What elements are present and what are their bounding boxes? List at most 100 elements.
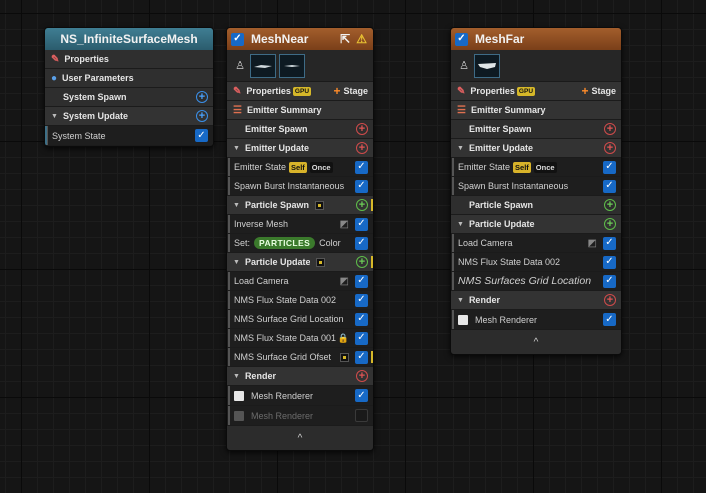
near-render-row[interactable]: ▼ Render + <box>227 367 373 386</box>
mesh-near-emitter-node[interactable]: ✓ MeshNear ⇱ ⚠ ♙ ✎ Properties GPU + Stag… <box>226 27 374 451</box>
system-properties-row[interactable]: ✎ Properties <box>45 50 213 69</box>
particles-namespace-pill: PARTICLES <box>254 237 316 249</box>
self-badge: Self <box>513 161 531 173</box>
add-particle-update-module-icon[interactable]: + <box>604 218 616 230</box>
add-particle-spawn-module-icon[interactable]: + <box>356 199 368 211</box>
thumbnail[interactable] <box>474 53 500 78</box>
emitter-state-checkbox[interactable]: ✓ <box>603 160 616 174</box>
far-collapse-footer[interactable]: ^ <box>451 330 621 354</box>
near-surface-grid-row[interactable]: NMS Surface Grid Location ✓ <box>227 310 373 329</box>
near-emitter-summary-row[interactable]: ☰ Emitter Summary <box>227 101 373 120</box>
near-grid-offset-row[interactable]: NMS Surface Grid Ofset ✓ <box>227 348 373 367</box>
far-render-row[interactable]: ▼ Render + <box>451 291 621 310</box>
add-stage-button[interactable]: + Stage <box>581 84 616 98</box>
surface-grid-checkbox[interactable]: ✓ <box>603 274 616 288</box>
far-emitter-update-row[interactable]: ▼ Emitter Update + <box>451 139 621 158</box>
system-state-checkbox[interactable]: ✓ <box>195 129 208 142</box>
add-emitter-spawn-module-icon[interactable]: + <box>356 123 368 135</box>
add-renderer-icon[interactable]: + <box>356 370 368 382</box>
near-spawn-burst-row[interactable]: Spawn Burst Instantaneous ✓ <box>227 177 373 196</box>
load-camera-checkbox[interactable]: ✓ <box>603 236 616 250</box>
spawn-burst-checkbox[interactable]: ✓ <box>355 179 368 193</box>
collapse-chevron-icon[interactable]: ^ <box>298 433 303 444</box>
far-emitter-summary-row[interactable]: ☰ Emitter Summary <box>451 101 621 120</box>
system-node[interactable]: NS_InfiniteSurfaceMesh ✎ Properties ● Us… <box>44 27 214 147</box>
add-system-spawn-module-icon[interactable]: + <box>196 91 208 103</box>
add-system-update-module-icon[interactable]: + <box>196 110 208 122</box>
flux-002-checkbox[interactable]: ✓ <box>603 255 616 269</box>
load-camera-checkbox[interactable]: ✓ <box>355 274 368 288</box>
flux-001-checkbox[interactable]: ✓ <box>355 331 368 345</box>
add-emitter-spawn-module-icon[interactable]: + <box>604 123 616 135</box>
far-emitter-state-row[interactable]: Emitter State Self Once ✓ <box>451 158 621 177</box>
warning-icon[interactable]: ⚠ <box>356 32 367 46</box>
collapse-arrow-icon[interactable]: ▼ <box>51 113 58 120</box>
far-flux-002-row[interactable]: NMS Flux State Data 002 ✓ <box>451 253 621 272</box>
near-emitter-state-row[interactable]: Emitter State Self Once ✓ <box>227 158 373 177</box>
mesh-renderer-checkbox[interactable]: ✓ <box>603 313 616 326</box>
collapse-chevron-icon[interactable]: ^ <box>534 337 539 348</box>
near-mesh-renderer-disabled-row[interactable]: Mesh Renderer ✓ <box>227 406 373 426</box>
emitter-state-checkbox[interactable]: ✓ <box>355 160 368 174</box>
collapse-arrow-icon[interactable]: ▼ <box>233 202 240 209</box>
add-emitter-update-module-icon[interactable]: + <box>604 142 616 154</box>
collapse-arrow-icon[interactable]: ▼ <box>457 297 464 304</box>
thumbnail[interactable] <box>279 53 305 78</box>
surface-grid-checkbox[interactable]: ✓ <box>355 312 368 326</box>
flux-002-checkbox[interactable]: ✓ <box>355 293 368 307</box>
mesh-renderer-checkbox[interactable]: ✓ <box>355 389 368 402</box>
mesh-renderer-disabled-checkbox[interactable]: ✓ <box>355 409 368 422</box>
flux-001-label: NMS Flux State Data 001 <box>234 333 337 343</box>
near-inverse-mesh-row[interactable]: Inverse Mesh ◩ ✓ <box>227 215 373 234</box>
mesh-far-emitter-node[interactable]: ✓ MeshFar ♙ ✎ Properties GPU + Stage ☰ E… <box>450 27 622 355</box>
system-node-header[interactable]: NS_InfiniteSurfaceMesh <box>45 28 213 50</box>
system-state-row[interactable]: System State ✓ <box>45 126 213 146</box>
near-set-color-row[interactable]: Set: PARTICLES Color ✓ <box>227 234 373 253</box>
near-flux-002-row[interactable]: NMS Flux State Data 002 ✓ <box>227 291 373 310</box>
near-load-camera-row[interactable]: Load Camera ◩ ✓ <box>227 272 373 291</box>
thumbnail[interactable] <box>250 53 276 78</box>
add-stage-button[interactable]: + Stage <box>333 84 368 98</box>
near-properties-row[interactable]: ✎ Properties GPU + Stage <box>227 82 373 101</box>
far-emitter-spawn-row[interactable]: Emitter Spawn + <box>451 120 621 139</box>
spawn-burst-label: Spawn Burst Instantaneous <box>234 181 345 191</box>
near-flux-001-row[interactable]: NMS Flux State Data 001 🔒 ✓ <box>227 329 373 348</box>
far-surface-grid-row[interactable]: NMS Surfaces Grid Location ✓ <box>451 272 621 291</box>
mesh-far-header[interactable]: ✓ MeshFar <box>451 28 621 50</box>
mesh-near-header[interactable]: ✓ MeshNear ⇱ ⚠ <box>227 28 373 50</box>
once-badge: Once <box>533 161 557 173</box>
near-collapse-footer[interactable]: ^ <box>227 426 373 450</box>
far-spawn-burst-row[interactable]: Spawn Burst Instantaneous ✓ <box>451 177 621 196</box>
near-emitter-spawn-row[interactable]: Emitter Spawn + <box>227 120 373 139</box>
mesh-near-enable-checkbox[interactable]: ✓ <box>231 32 244 46</box>
collapse-arrow-icon[interactable]: ▼ <box>457 145 464 152</box>
collapse-arrow-icon[interactable]: ▼ <box>233 259 240 266</box>
collapse-arrow-icon[interactable]: ▼ <box>233 145 240 152</box>
far-load-camera-row[interactable]: Load Camera ◩ ✓ <box>451 234 621 253</box>
open-asset-icon[interactable]: ⇱ <box>340 32 350 46</box>
user-parameters-row[interactable]: ● User Parameters <box>45 69 213 88</box>
collapse-arrow-icon[interactable]: ▼ <box>457 221 464 228</box>
add-particle-update-module-icon[interactable]: + <box>356 256 368 268</box>
set-color-checkbox[interactable]: ✓ <box>355 236 368 250</box>
far-particle-spawn-row[interactable]: Particle Spawn + <box>451 196 621 215</box>
near-particle-update-row[interactable]: ▼ Particle Update + <box>227 253 373 272</box>
system-spawn-row[interactable]: System Spawn + <box>45 88 213 107</box>
add-renderer-icon[interactable]: + <box>604 294 616 306</box>
grid-offset-checkbox[interactable]: ✓ <box>355 350 368 364</box>
inverse-mesh-checkbox[interactable]: ✓ <box>355 217 368 231</box>
near-mesh-renderer-row[interactable]: Mesh Renderer ✓ <box>227 386 373 406</box>
far-mesh-renderer-row[interactable]: Mesh Renderer ✓ <box>451 310 621 330</box>
system-update-row[interactable]: ▼ System Update + <box>45 107 213 126</box>
add-emitter-update-module-icon[interactable]: + <box>356 142 368 154</box>
once-badge: Once <box>309 161 333 173</box>
system-spawn-label: System Spawn <box>63 92 127 102</box>
mesh-far-enable-checkbox[interactable]: ✓ <box>455 32 468 46</box>
add-particle-spawn-module-icon[interactable]: + <box>604 199 616 211</box>
far-properties-row[interactable]: ✎ Properties GPU + Stage <box>451 82 621 101</box>
near-emitter-update-row[interactable]: ▼ Emitter Update + <box>227 139 373 158</box>
collapse-arrow-icon[interactable]: ▼ <box>233 373 240 380</box>
far-particle-update-row[interactable]: ▼ Particle Update + <box>451 215 621 234</box>
spawn-burst-checkbox[interactable]: ✓ <box>603 179 616 193</box>
near-particle-spawn-row[interactable]: ▼ Particle Spawn + <box>227 196 373 215</box>
